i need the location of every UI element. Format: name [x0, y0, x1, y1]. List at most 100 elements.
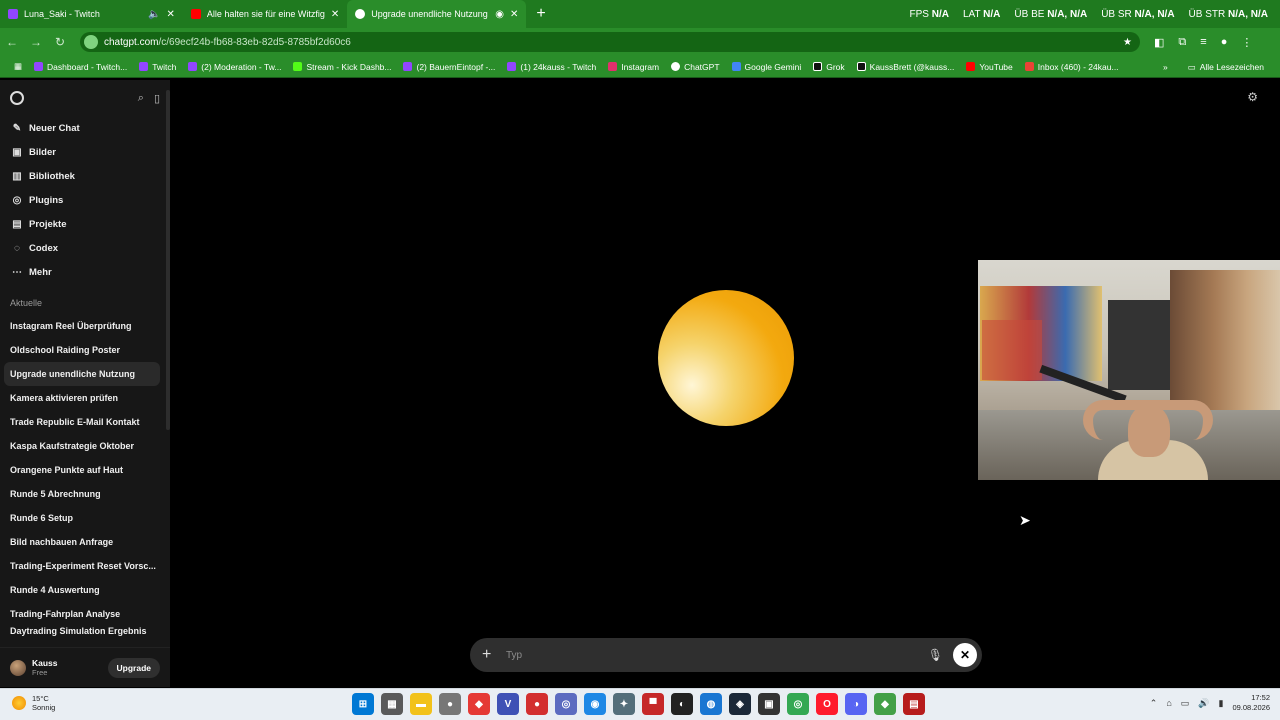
browser-tab-2[interactable]: Alle halten sie für eine Witzfigur ✕ — [183, 0, 347, 28]
bookmark-item[interactable]: Stream - Kick Dashb... — [287, 62, 397, 72]
message-input[interactable] — [506, 649, 928, 661]
taskbar-steam-icon[interactable]: ◈ — [729, 693, 751, 715]
tray-network-icon[interactable]: ⌂ — [1166, 698, 1171, 708]
search-icon[interactable]: ⌕ — [138, 92, 144, 105]
bookmark-item[interactable]: Inbox (460) - 24kau... — [1019, 62, 1125, 72]
microphone-icon[interactable]: 🎙 — [928, 648, 943, 662]
bookmark-star-icon[interactable]: ★ — [1123, 37, 1132, 48]
sidebar-scrollbar[interactable] — [166, 90, 170, 430]
chat-history-item[interactable]: Runde 5 Abrechnung — [0, 482, 160, 506]
chat-history-item[interactable]: Kaspa Kaufstrategie Oktober — [0, 434, 160, 458]
taskbar-start-icon[interactable]: ⊞ — [352, 693, 374, 715]
sidebar-item-library[interactable]: ▥ Bibliothek — [0, 164, 170, 188]
taskbar-obs-icon[interactable]: ◐ — [671, 693, 693, 715]
sidebar-item-images[interactable]: ▣ Bilder — [0, 140, 170, 164]
new-tab-button[interactable]: + — [526, 5, 555, 23]
youtube-favicon-icon — [190, 9, 201, 19]
profile-avatar-icon[interactable]: ● — [1221, 36, 1228, 48]
chat-history-item[interactable]: Kamera aktivieren prüfen — [0, 386, 160, 410]
taskbar-app-gear-icon[interactable]: ✦ — [613, 693, 635, 715]
tray-display-icon[interactable]: ▭ — [1181, 698, 1190, 709]
browser-tab-3[interactable]: Upgrade unendliche Nutzung ◉ ✕ — [347, 0, 527, 28]
taskbar-opera-icon[interactable]: O — [816, 693, 838, 715]
chat-history-item[interactable]: Daytrading Simulation Ergebnis — [0, 626, 160, 640]
bookmark-item[interactable]: (2) Moderation - Tw... — [182, 62, 287, 72]
tray-battery-icon[interactable]: ▮ — [1219, 698, 1224, 709]
sidebar-item-new-chat[interactable]: ✎ Neuer Chat — [0, 116, 170, 140]
extensions-puzzle-icon[interactable]: ⧉ — [1178, 36, 1186, 49]
chat-history-item-active[interactable]: Upgrade unendliche Nutzung — [4, 362, 160, 386]
bookmark-item[interactable]: KaussBrett (@kauss... — [851, 62, 961, 72]
extension-icon[interactable]: ◧ — [1154, 36, 1164, 49]
close-tab-icon[interactable]: ✕ — [510, 9, 518, 20]
taskbar-app-v-icon[interactable]: V — [497, 693, 519, 715]
avatar[interactable] — [10, 659, 26, 676]
chat-history-item[interactable]: Runde 4 Auswertung — [0, 578, 160, 602]
sidebar-item-codex[interactable]: ◌ Codex — [0, 236, 170, 260]
taskbar-calculator-icon[interactable]: ▦ — [381, 693, 403, 715]
taskbar-app-rec-icon[interactable]: ● — [526, 693, 548, 715]
bookmark-item[interactable]: Google Gemini — [726, 62, 808, 72]
chat-history-item[interactable]: Runde 6 Setup — [0, 506, 160, 530]
bookmark-item[interactable]: Instagram — [602, 62, 665, 72]
taskbar-app-stream-icon[interactable]: ▀ — [642, 693, 664, 715]
browser-tab-1[interactable]: Luna_Saki - Twitch 🔈 ✕ — [0, 0, 183, 28]
taskbar-app-circle-icon[interactable]: ◎ — [555, 693, 577, 715]
stat-fps: FPS N/A — [909, 8, 949, 20]
close-tab-icon[interactable]: ✕ — [331, 9, 339, 20]
media-control-icon[interactable]: ≡ — [1200, 36, 1206, 48]
tray-speaker-icon[interactable]: 🔊 — [1198, 698, 1209, 709]
sidebar-item-plugins[interactable]: ◎ Plugins — [0, 188, 170, 212]
taskbar-explorer-icon[interactable]: ▬ — [410, 693, 432, 715]
sidebar-item-projects[interactable]: ▤ Projekte — [0, 212, 170, 236]
chat-history-item[interactable]: Trade Republic E-Mail Kontakt — [0, 410, 160, 434]
chat-history-item[interactable]: Trading-Experiment Reset Vorsc... — [0, 554, 160, 578]
bookmark-item[interactable]: Twitch — [133, 62, 182, 72]
chat-history-item[interactable]: Trading-Fahrplan Analyse — [0, 602, 160, 626]
bookmark-item[interactable]: (1) 24kauss - Twitch — [501, 62, 602, 72]
browser-menu-icon[interactable]: ⋮ — [1241, 36, 1252, 49]
apps-grid-icon[interactable]: ▦ — [8, 61, 28, 72]
openai-logo-icon[interactable] — [10, 91, 24, 105]
taskbar-mouse-icon[interactable]: ● — [439, 693, 461, 715]
speaker-icon[interactable]: 🔈 — [148, 9, 160, 20]
weather-widget[interactable]: 15°C Sonnig — [12, 694, 55, 712]
site-info-icon[interactable] — [84, 35, 98, 49]
sidebar-toggle-icon[interactable]: ▯ — [154, 92, 160, 105]
bookmark-item[interactable]: YouTube — [960, 62, 1018, 72]
taskbar-app-media-icon[interactable]: ▤ — [903, 693, 925, 715]
chat-history-item[interactable]: Instagram Reel Überprüfung — [0, 314, 160, 338]
add-attachment-icon[interactable]: + — [482, 646, 498, 664]
taskbar-clock[interactable]: 17:52 09.08.2026 — [1232, 693, 1270, 713]
tray-chevron-icon[interactable]: ⌃ — [1150, 698, 1158, 709]
taskbar-discord-icon[interactable]: ◑ — [845, 693, 867, 715]
forward-arrow-icon[interactable]: → — [24, 35, 48, 49]
voice-settings-icon[interactable]: ⚙ — [1247, 90, 1258, 104]
end-voice-button[interactable]: ✕ — [953, 643, 977, 667]
more-bookmarks-button[interactable]: » — [1163, 62, 1168, 72]
taskbar-app-multi-icon[interactable]: ◆ — [874, 693, 896, 715]
all-bookmarks-button[interactable]: ▭ Alle Lesezeichen — [1182, 62, 1270, 73]
taskbar-app-dark-icon[interactable]: ▣ — [758, 693, 780, 715]
taskbar-app-red-icon[interactable]: ◆ — [468, 693, 490, 715]
sidebar-item-label: Plugins — [29, 194, 64, 206]
upgrade-button[interactable]: Upgrade — [107, 657, 160, 678]
bookmark-item[interactable]: (2) BauernEintopf -... — [397, 62, 501, 72]
close-tab-icon[interactable]: ✕ — [166, 9, 174, 20]
sidebar-item-more[interactable]: ⋯ Mehr — [0, 260, 170, 284]
address-bar[interactable]: chatgpt.com/c/69ecf24b-fb68-83eb-82d5-87… — [80, 32, 1140, 52]
bookmark-item[interactable]: Dashboard - Twitch... — [28, 62, 133, 72]
chat-history-item[interactable]: Bild nachbauen Anfrage — [0, 530, 160, 554]
grok-icon — [813, 62, 823, 71]
reload-icon[interactable]: ↻ — [48, 35, 72, 49]
twitch-icon — [34, 62, 44, 71]
bookmark-item[interactable]: ChatGPT — [665, 62, 725, 72]
taskbar-chrome-icon[interactable]: ◎ — [787, 693, 809, 715]
chat-history-item[interactable]: Orangene Punkte auf Haut — [0, 458, 160, 482]
bookmark-item[interactable]: Grok — [807, 62, 850, 72]
taskbar-app-blue-icon[interactable]: ◉ — [584, 693, 606, 715]
user-account[interactable]: Kauss Free Upgrade — [0, 647, 170, 687]
chat-history-item[interactable]: Oldschool Raiding Poster — [0, 338, 160, 362]
back-arrow-icon[interactable]: ← — [0, 35, 24, 49]
taskbar-app-edge-icon[interactable]: ◍ — [700, 693, 722, 715]
